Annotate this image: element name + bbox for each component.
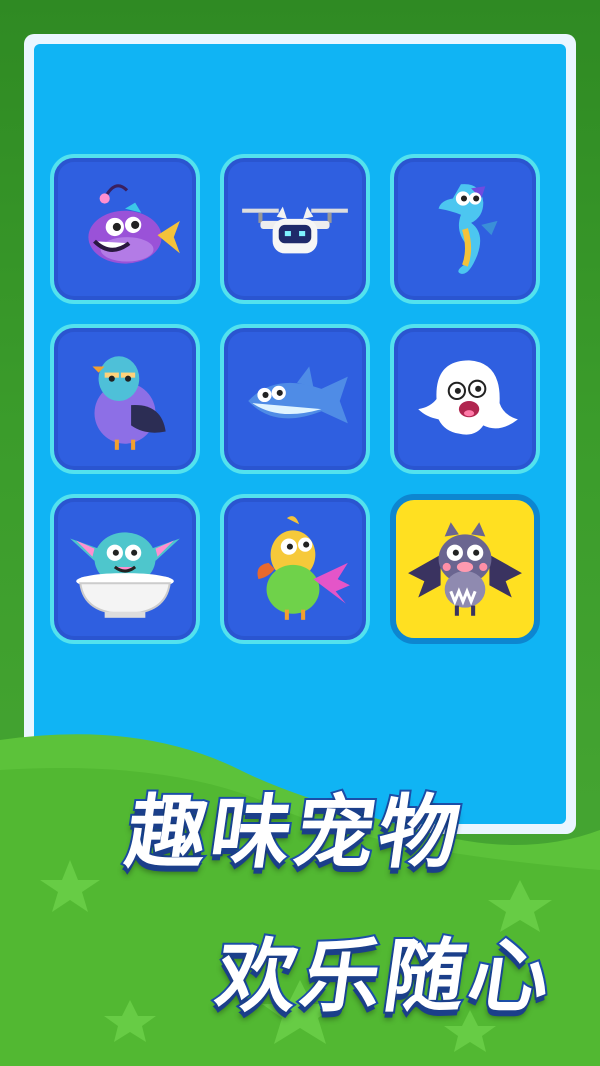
slogan-line-2: 欢乐随心	[209, 928, 562, 1025]
slogan-line-1: 趣味宠物	[119, 784, 472, 881]
grass-hill-background	[0, 734, 600, 1066]
